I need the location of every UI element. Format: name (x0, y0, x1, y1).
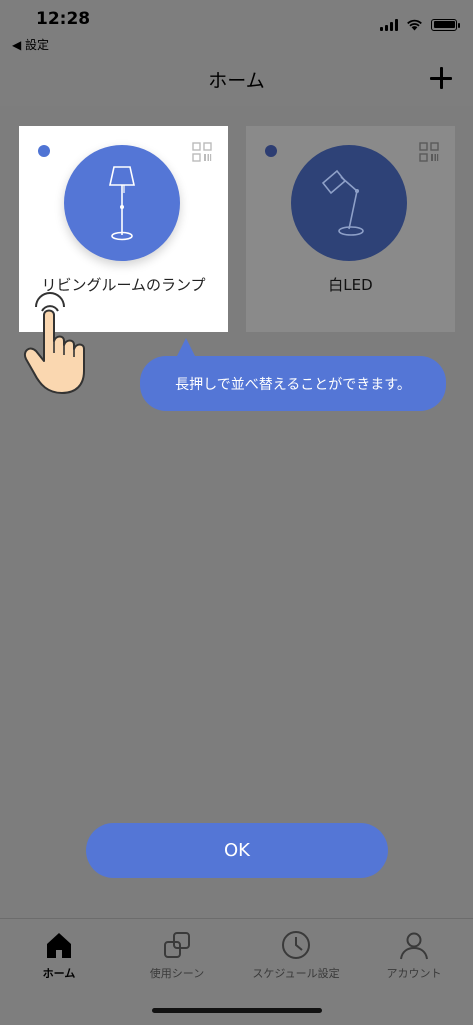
home-icon (47, 933, 71, 958)
status-dot (38, 145, 50, 157)
tab-schedule[interactable]: スケジュール設定 (237, 929, 355, 981)
tab-account[interactable]: アカウント (355, 929, 473, 981)
ok-button[interactable]: OK (86, 823, 388, 878)
tab-label: 使用シーン (149, 967, 205, 980)
qr-code-icon[interactable] (192, 142, 212, 162)
tab-label: スケジュール設定 (252, 967, 340, 980)
status-dot (265, 145, 277, 157)
device-card-white-led[interactable]: 白LED (246, 126, 455, 332)
tab-label: アカウント (386, 967, 442, 980)
scenes-icon (164, 932, 190, 958)
add-device-button[interactable] (429, 66, 453, 90)
page-title: ホーム (208, 70, 265, 92)
tab-label: ホーム (42, 967, 76, 980)
reorder-hint-tooltip: 長押しで並べ替えることができます。 (140, 356, 446, 411)
status-bar: 12:28 ◀ 設定 (0, 0, 473, 56)
device-icon-circle (291, 145, 407, 261)
floor-lamp-icon (109, 166, 135, 241)
back-to-settings-link[interactable]: ◀ 設定 (12, 36, 49, 53)
tab-home[interactable]: ホーム (0, 929, 118, 981)
clock-icon (282, 931, 310, 959)
cellular-signal-icon (380, 18, 398, 31)
account-icon (400, 932, 428, 960)
status-time: 12:28 (36, 9, 91, 29)
battery-icon (431, 18, 460, 31)
device-name: 白LED (328, 276, 373, 294)
tap-hand-icon (24, 292, 85, 394)
home-indicator (152, 1008, 322, 1013)
wifi-icon (407, 19, 422, 31)
nav-bar: ホーム (0, 56, 473, 106)
tab-scenes[interactable]: 使用シーン (118, 929, 236, 981)
status-icons (380, 18, 460, 31)
tooltip-arrow (176, 338, 196, 358)
qr-code-icon[interactable] (419, 142, 439, 162)
device-icon-circle (64, 145, 180, 261)
desk-lamp-icon (321, 169, 364, 236)
